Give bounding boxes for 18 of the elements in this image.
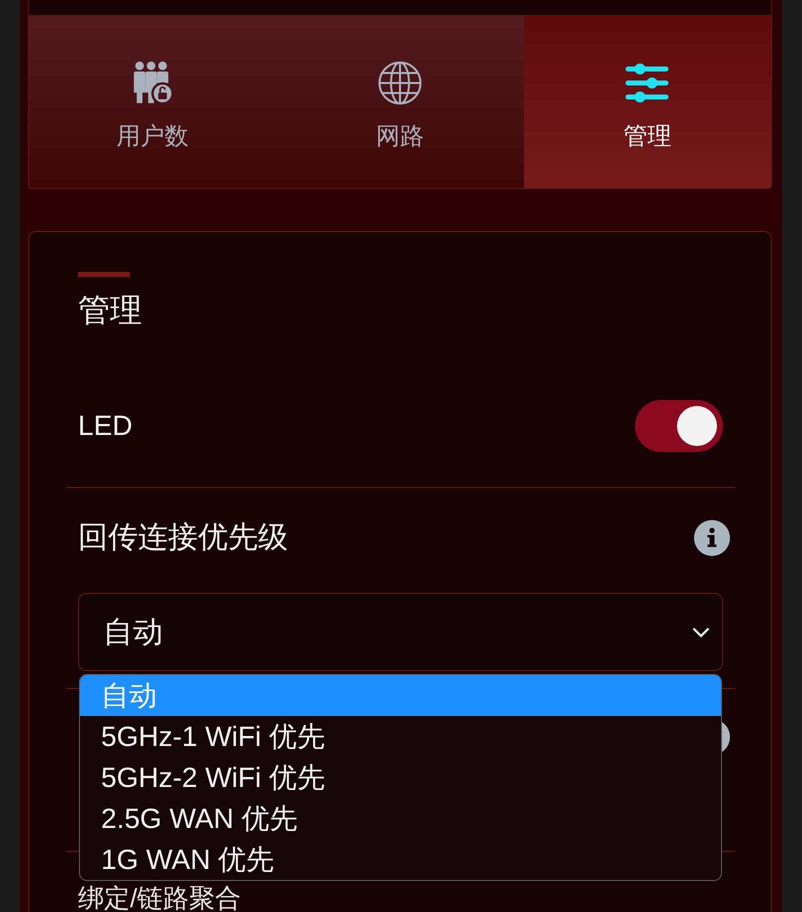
dropdown-option[interactable]: 1G WAN 优先: [80, 839, 721, 880]
dropdown-option[interactable]: 2.5G WAN 优先: [80, 798, 721, 839]
select-field[interactable]: 自动: [78, 593, 723, 671]
dropdown-option[interactable]: 5GHz-2 WiFi 优先: [80, 757, 721, 798]
setting-label: 回传连接优先级: [78, 520, 288, 556]
tab[interactable]: 网路: [276, 16, 524, 188]
sliders-icon: [625, 61, 670, 105]
tab[interactable]: 管理: [524, 16, 771, 188]
dropdown-option[interactable]: 5GHz-1 WiFi 优先: [80, 716, 721, 757]
info-icon[interactable]: [694, 520, 730, 556]
setting-label: LED: [78, 409, 132, 443]
section-accent-bar: [78, 272, 130, 277]
section-title: 管理: [78, 291, 142, 329]
setting-label: 绑定/链路聚合: [78, 885, 242, 911]
toggle-switch[interactable]: [635, 400, 723, 452]
chevron-down-icon: [692, 626, 710, 638]
globe-icon: [378, 61, 422, 105]
tab[interactable]: 用户数: [29, 16, 276, 188]
